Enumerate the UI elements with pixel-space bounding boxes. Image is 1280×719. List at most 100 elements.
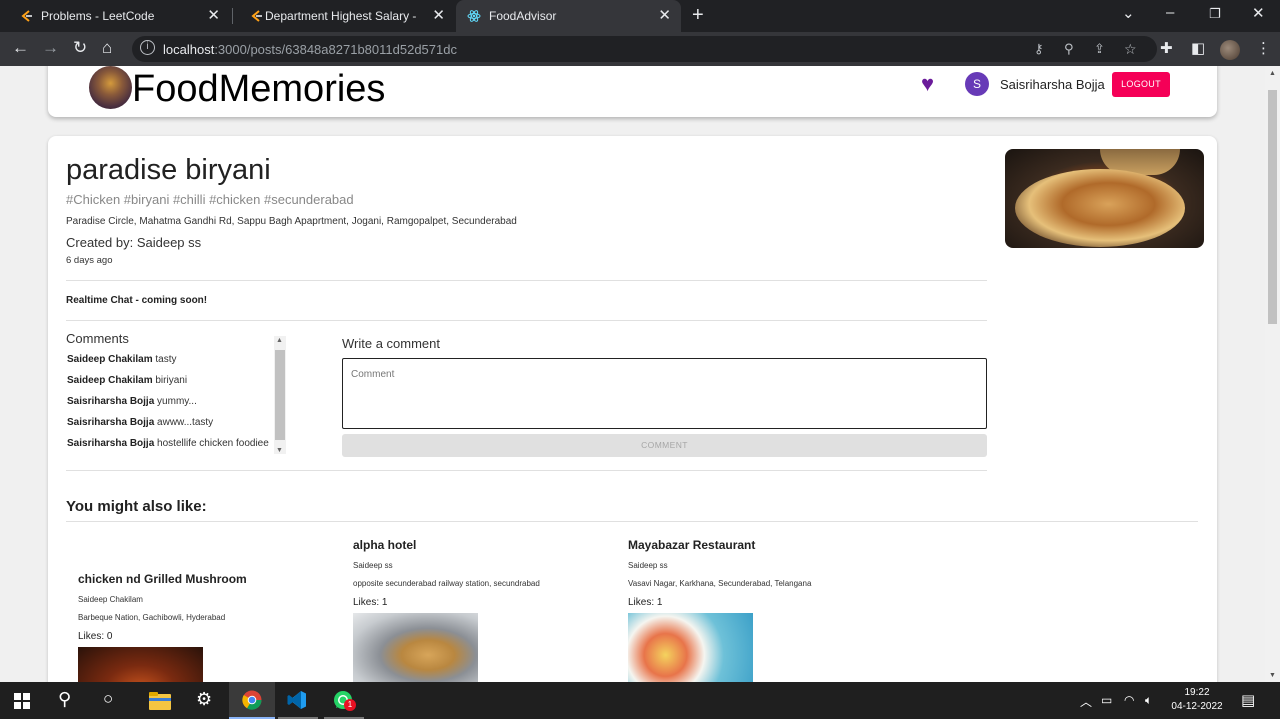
volume-icon[interactable]: 🔈︎ <box>1145 693 1152 708</box>
page-viewport: FoodMemories ♥ S Saisriharsha Bojja LOGO… <box>0 66 1280 682</box>
settings-gear-icon[interactable]: ⚙ <box>196 689 212 710</box>
tab-title: Department Highest Salary - Leet <box>265 9 420 23</box>
scrollbar-thumb[interactable] <box>1268 90 1277 324</box>
recommendation-author: Saideep ss <box>353 561 393 570</box>
recommendation-name[interactable]: Mayabazar Restaurant <box>628 538 811 552</box>
browser-tabstrip: Problems - LeetCode ✕ Department Highest… <box>0 0 1280 32</box>
file-explorer-icon[interactable] <box>149 692 171 710</box>
close-tab-icon[interactable]: ✕ <box>432 6 445 24</box>
comment-input[interactable] <box>342 358 987 429</box>
battery-icon[interactable]: ▭ <box>1101 693 1112 707</box>
back-icon[interactable]: ← <box>12 38 29 58</box>
close-window-icon[interactable]: ✕ <box>1252 4 1265 22</box>
search-icon[interactable]: ⚲ <box>58 689 71 710</box>
react-icon <box>467 10 481 22</box>
recommendation-address: opposite secunderabad railway station, s… <box>353 579 540 588</box>
wifi-icon[interactable]: ◠ <box>1124 693 1134 707</box>
reload-icon[interactable]: ↻ <box>73 38 87 58</box>
realtime-chat-notice: Realtime Chat - coming soon! <box>66 295 208 306</box>
recommendation-card[interactable]: Mayabazar Restaurant Saideep ss Vasavi N… <box>628 538 811 682</box>
clock-time: 19:22 <box>1184 687 1210 698</box>
leetcode-icon <box>21 10 32 22</box>
chevron-up-icon[interactable]: ︿ <box>1080 693 1092 710</box>
scroll-up-icon[interactable]: ▲ <box>1269 70 1276 77</box>
key-icon[interactable]: ⚷ <box>1034 41 1044 57</box>
windows-taskbar: ⚲ ○ ⚙ 1 ︿ ▭ ◠ 🔈︎ 19:22 04-12-2022 ▤ <box>0 682 1280 719</box>
close-tab-icon[interactable]: ✕ <box>207 6 220 24</box>
brand-logo[interactable] <box>89 66 132 109</box>
user-name: Saisriharsha Bojja <box>1000 77 1105 92</box>
comments-heading: Comments <box>66 331 129 346</box>
divider <box>66 320 987 321</box>
post-title: paradise biryani <box>66 154 271 186</box>
leetcode-icon <box>251 10 262 22</box>
tab-title: FoodAdvisor <box>489 9 557 23</box>
tab-leetcode-problems[interactable]: Problems - LeetCode ✕ <box>0 0 230 32</box>
recommendation-name[interactable]: alpha hotel <box>353 538 540 552</box>
menu-icon[interactable]: ⋮ <box>1256 39 1271 57</box>
comment-item: Saisriharsha Bojja awww...tasty <box>67 417 214 428</box>
divider <box>66 521 1198 522</box>
profile-avatar[interactable] <box>1220 40 1240 60</box>
forward-icon[interactable]: → <box>42 38 59 58</box>
recommendation-image[interactable] <box>628 613 753 682</box>
cortana-icon[interactable]: ○ <box>103 689 113 709</box>
share-icon[interactable]: ⇪ <box>1094 41 1105 57</box>
comments-scrollbar[interactable]: ▲ ▼ <box>274 336 286 454</box>
recommendation-name[interactable]: chicken nd Grilled Mushroom <box>78 572 247 586</box>
close-tab-icon[interactable]: ✕ <box>658 6 671 24</box>
comments-list[interactable]: Saideep Chakilam tasty Saideep Chakilam … <box>66 354 276 458</box>
page-scrollbar[interactable]: ▲ ▼ <box>1265 66 1280 682</box>
post-card: paradise biryani #Chicken #biryani #chil… <box>48 136 1217 682</box>
recommendation-image[interactable] <box>353 613 478 682</box>
comment-item: Saisriharsha Bojja hostellife chicken fo… <box>67 438 269 449</box>
tab-search-icon[interactable]: ⌄ <box>1122 4 1135 22</box>
comment-item: Saideep Chakilam biriyani <box>67 375 188 386</box>
recommendation-author: Saideep ss <box>628 561 668 570</box>
minimize-icon[interactable]: – <box>1166 4 1174 21</box>
post-author: Created by: Saideep ss <box>66 235 202 250</box>
chrome-icon[interactable] <box>242 690 262 710</box>
app-header: FoodMemories ♥ S Saisriharsha Bojja LOGO… <box>48 66 1217 117</box>
recommendation-card[interactable]: alpha hotel Saideep ss opposite secunder… <box>353 538 540 682</box>
taskbar-clock[interactable]: 19:22 04-12-2022 <box>1170 686 1224 714</box>
url-text[interactable]: localhost:3000/posts/63848a8271b8011d52d… <box>163 42 457 57</box>
recommendation-image[interactable] <box>78 647 203 682</box>
post-address: Paradise Circle, Mahatma Gandhi Rd, Sapp… <box>66 216 517 227</box>
scrollbar-thumb[interactable] <box>275 350 285 440</box>
zoom-icon[interactable]: ⚲ <box>1064 41 1074 57</box>
recommendation-address: Barbeque Nation, Gachibowli, Hyderabad <box>78 613 226 622</box>
scroll-down-icon[interactable]: ▼ <box>1269 672 1276 679</box>
side-panel-icon[interactable]: ◧ <box>1191 39 1205 57</box>
extensions-icon[interactable]: ✚ <box>1160 39 1173 57</box>
notifications-icon[interactable]: ▤ <box>1241 691 1255 709</box>
recommendation-author: Saideep Chakilam <box>78 595 143 604</box>
recommendation-card[interactable]: chicken nd Grilled Mushroom Saideep Chak… <box>78 572 247 682</box>
heart-icon[interactable]: ♥ <box>921 71 934 97</box>
maximize-icon[interactable]: ❐ <box>1209 6 1221 22</box>
user-avatar: S <box>965 72 989 96</box>
windows-start-icon[interactable] <box>14 693 30 709</box>
recommendation-likes: Likes: 1 <box>628 597 663 608</box>
comment-item: Saideep Chakilam tasty <box>67 354 177 365</box>
post-image <box>1005 149 1204 248</box>
recommendation-address: Vasavi Nagar, Karkhana, Secunderabad, Te… <box>628 579 812 588</box>
home-icon[interactable]: ⌂ <box>102 38 112 58</box>
site-info-icon[interactable]: i <box>140 40 155 55</box>
post-timestamp: 6 days ago <box>66 255 113 266</box>
new-tab-icon[interactable]: + <box>692 4 704 27</box>
recommendation-likes: Likes: 0 <box>78 631 113 642</box>
write-comment-heading: Write a comment <box>342 336 441 351</box>
tab-leetcode-salary[interactable]: Department Highest Salary - Leet ✕ <box>233 0 455 32</box>
bookmark-star-icon[interactable]: ☆ <box>1124 41 1137 58</box>
vscode-icon[interactable] <box>287 690 307 710</box>
browser-toolbar: ← → ↻ ⌂ i localhost:3000/posts/63848a827… <box>0 32 1280 66</box>
logout-button[interactable]: LOGOUT <box>1112 72 1170 97</box>
tab-foodadvisor[interactable]: FoodAdvisor ✕ <box>456 0 681 32</box>
scroll-up-icon[interactable]: ▲ <box>276 337 283 344</box>
tab-title: Problems - LeetCode <box>41 9 155 23</box>
comment-submit-button[interactable]: COMMENT <box>342 434 987 457</box>
address-bar[interactable]: i localhost:3000/posts/63848a8271b8011d5… <box>132 36 1157 62</box>
brand-title[interactable]: FoodMemories <box>132 68 385 111</box>
scroll-down-icon[interactable]: ▼ <box>276 447 283 454</box>
